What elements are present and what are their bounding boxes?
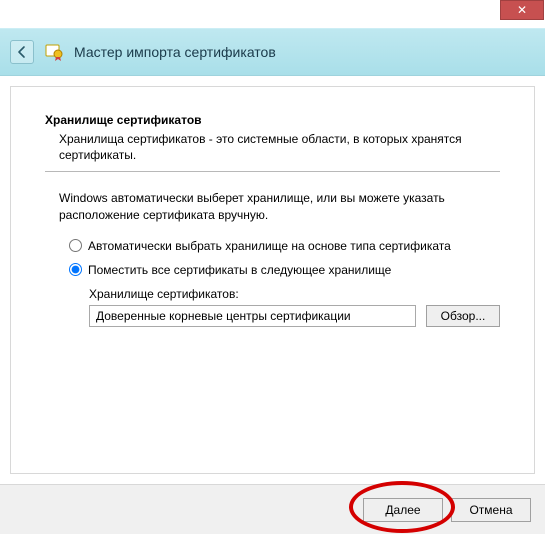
section-title: Хранилище сертификатов — [45, 113, 500, 127]
back-arrow-icon — [15, 45, 29, 59]
close-button[interactable]: ✕ — [500, 0, 544, 20]
back-button[interactable] — [10, 40, 34, 64]
wizard-header: Мастер импорта сертификатов — [0, 28, 545, 76]
store-field-label: Хранилище сертификатов: — [89, 287, 500, 301]
store-path-input[interactable] — [89, 305, 416, 327]
radio-custom-store[interactable]: Поместить все сертификаты в следующее хр… — [45, 263, 500, 277]
wizard-title: Мастер импорта сертификатов — [74, 44, 276, 60]
radio-auto-select[interactable]: Автоматически выбрать хранилище на основ… — [45, 239, 500, 253]
radio-auto-label: Автоматически выбрать хранилище на основ… — [88, 239, 451, 253]
store-row: Обзор... — [89, 305, 500, 327]
radio-custom-label: Поместить все сертификаты в следующее хр… — [88, 263, 391, 277]
wizard-page: Хранилище сертификатов Хранилища сертифи… — [10, 86, 535, 474]
divider — [45, 171, 500, 172]
titlebar: ✕ — [0, 0, 545, 28]
store-subsection: Хранилище сертификатов: Обзор... — [45, 287, 500, 327]
wizard-footer: Далее Отмена — [0, 484, 545, 534]
next-button[interactable]: Далее — [363, 498, 443, 522]
certificate-icon — [44, 42, 64, 62]
close-icon: ✕ — [517, 4, 527, 16]
radio-auto-input[interactable] — [69, 239, 82, 252]
cancel-button[interactable]: Отмена — [451, 498, 531, 522]
content-wrapper: Хранилище сертификатов Хранилища сертифи… — [0, 76, 545, 484]
section-description: Хранилища сертификатов - это системные о… — [45, 131, 500, 163]
instruction-text: Windows автоматически выберет хранилище,… — [45, 190, 500, 222]
radio-custom-input[interactable] — [69, 263, 82, 276]
browse-button[interactable]: Обзор... — [426, 305, 500, 327]
